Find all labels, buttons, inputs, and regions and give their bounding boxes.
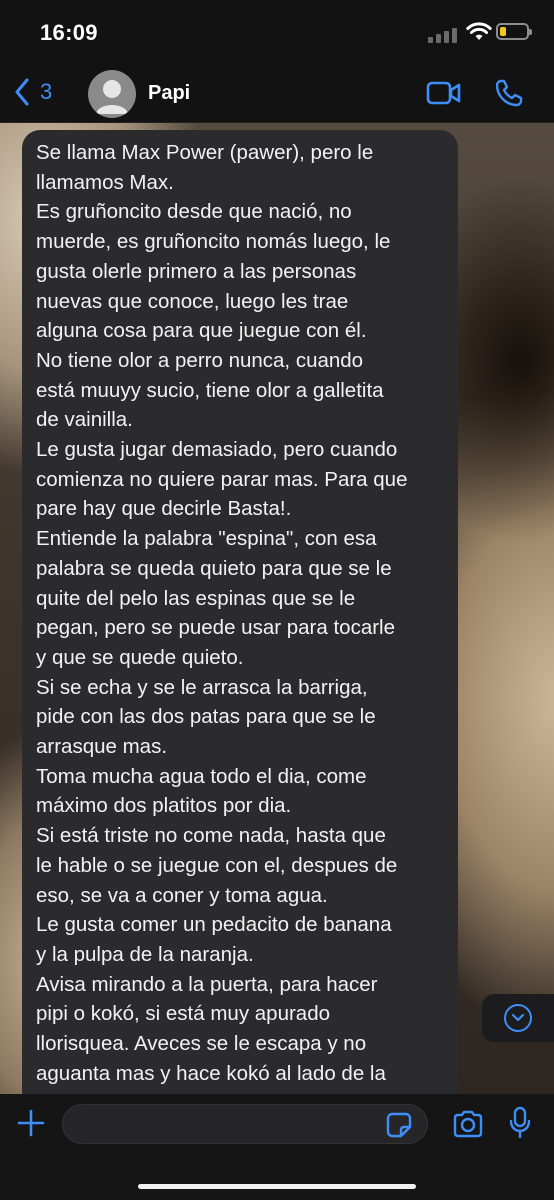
chevron-down-icon xyxy=(511,1013,525,1022)
person-icon xyxy=(96,80,128,114)
chevron-left-icon xyxy=(15,78,29,106)
status-bar: 16:09 xyxy=(0,0,554,66)
battery-level xyxy=(500,27,506,36)
scroll-to-bottom-button[interactable] xyxy=(482,994,554,1042)
video-camera-icon[interactable] xyxy=(426,80,462,106)
microphone-icon[interactable] xyxy=(508,1106,532,1140)
phone-icon[interactable] xyxy=(494,78,524,108)
chat-header: 3 Papi xyxy=(0,66,554,123)
home-indicator xyxy=(138,1184,416,1189)
contact-name[interactable]: Papi xyxy=(148,82,190,105)
unread-count: 3 xyxy=(40,79,53,104)
message-bubble[interactable]: Se llama Max Power (pawer), pero le llam… xyxy=(22,130,458,1110)
sticker-icon[interactable] xyxy=(386,1112,412,1138)
plus-icon[interactable] xyxy=(16,1108,46,1138)
avatar[interactable] xyxy=(88,70,136,118)
message-text: Se llama Max Power (pawer), pero le llam… xyxy=(36,141,408,1110)
battery-icon xyxy=(496,23,532,40)
message-input[interactable] xyxy=(62,1104,428,1144)
cellular-signal-icon xyxy=(428,28,457,43)
status-time: 16:09 xyxy=(40,20,98,45)
back-button[interactable]: 3 xyxy=(14,78,52,106)
wifi-icon xyxy=(466,22,492,40)
camera-icon[interactable] xyxy=(452,1110,484,1138)
